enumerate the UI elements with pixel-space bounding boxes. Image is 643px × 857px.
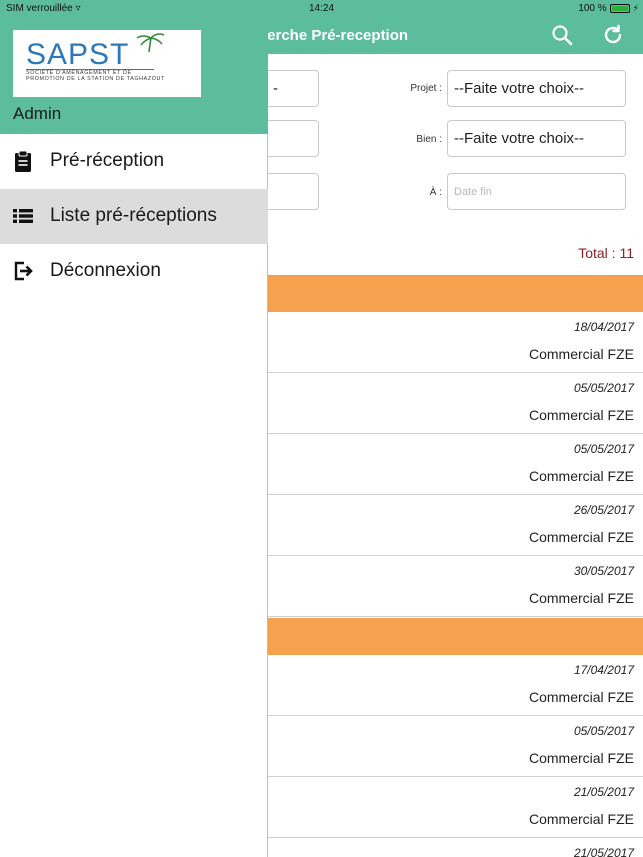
- a-label: À :: [429, 187, 442, 198]
- clock: 14:24: [308, 3, 335, 14]
- palm-icon: [136, 33, 165, 53]
- item-date: 21/05/2017: [573, 846, 634, 857]
- projet-select-value: --Faite votre choix--: [454, 80, 585, 97]
- item-date: 18/04/2017: [573, 320, 634, 334]
- page-title: herche Pré-reception: [258, 27, 409, 44]
- clipboard-icon: [11, 149, 35, 173]
- list-icon: [11, 204, 35, 228]
- total-count: Total : 11: [578, 245, 634, 261]
- logo-subtitle: SOCIÉTÉ D'AMÉNAGEMENT ET DE PROMOTION DE…: [26, 70, 165, 82]
- item-company: Commercial FZE: [528, 468, 634, 484]
- battery-indicator: 100 % ⚡: [578, 3, 639, 14]
- item-date: 17/04/2017: [573, 663, 634, 677]
- user-name: Admin: [13, 104, 62, 123]
- item-date: 05/05/2017: [573, 724, 634, 738]
- item-company: Commercial FZE: [528, 529, 634, 545]
- item-date: 21/05/2017: [573, 785, 634, 799]
- menu-item-label: Déconnexion: [50, 260, 161, 281]
- side-drawer: SAPST SOCIÉTÉ D'AMÉNAGEMENT ET DE PROMOT…: [0, 0, 268, 857]
- drawer-header: SAPST SOCIÉTÉ D'AMÉNAGEMENT ET DE PROMOT…: [0, 0, 268, 134]
- bien-select-value: --Faite votre choix--: [454, 130, 585, 147]
- item-date: 26/05/2017: [573, 503, 634, 517]
- battery-percent: 100 %: [578, 3, 607, 14]
- sapst-logo: SAPST SOCIÉTÉ D'AMÉNAGEMENT ET DE PROMOT…: [13, 30, 201, 97]
- item-company: Commercial FZE: [528, 689, 634, 705]
- menu-item-label: Pré-réception: [50, 150, 165, 171]
- bien-select[interactable]: --Faite votre choix--: [447, 120, 626, 157]
- item-company: Commercial FZE: [528, 811, 634, 827]
- search-icon[interactable]: [550, 23, 574, 47]
- date-fin-input[interactable]: Date fin: [447, 173, 626, 210]
- menu-item-pre-reception[interactable]: Pré-réception: [0, 134, 268, 189]
- item-date: 05/05/2017: [573, 381, 634, 395]
- charging-icon: ⚡: [632, 3, 639, 13]
- projet-label: Projet :: [410, 83, 442, 94]
- item-company: Commercial FZE: [528, 346, 634, 362]
- item-company: Commercial FZE: [528, 750, 634, 766]
- projet-select[interactable]: --Faite votre choix--: [447, 70, 626, 107]
- refresh-icon[interactable]: [601, 23, 625, 47]
- item-date: 30/05/2017: [573, 564, 634, 578]
- app-screen: SIM verrouillée ▿ 14:24 100 % ⚡ herche P…: [0, 0, 643, 857]
- item-date: 05/05/2017: [573, 442, 634, 456]
- bien-label: Bien :: [416, 134, 442, 145]
- item-company: Commercial FZE: [528, 407, 634, 423]
- logout-icon: [11, 259, 35, 283]
- menu-item-deconnexion[interactable]: Déconnexion: [0, 244, 268, 299]
- left-filter-value: -: [273, 80, 278, 97]
- date-fin-placeholder: Date fin: [454, 186, 492, 198]
- menu-item-label: Liste pré-réceptions: [50, 205, 217, 226]
- item-company: Commercial FZE: [528, 590, 634, 606]
- battery-icon: [609, 4, 630, 13]
- status-bar: SIM verrouillée ▿ 14:24 100 % ⚡: [0, 0, 643, 17]
- logo-wordmark: SAPST: [26, 38, 130, 71]
- menu-item-liste-pre-receptions[interactable]: Liste pré-réceptions: [0, 189, 268, 244]
